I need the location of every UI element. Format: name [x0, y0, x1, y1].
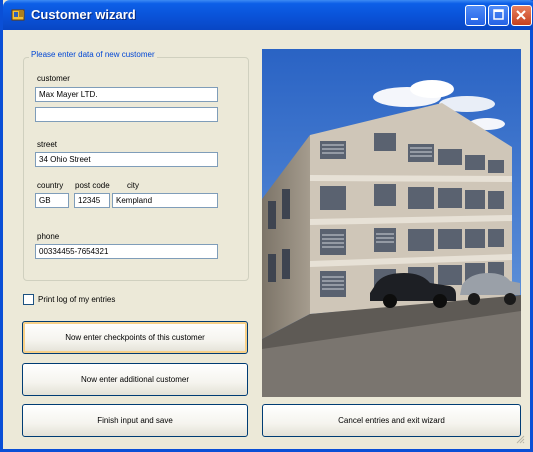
maximize-button[interactable] [488, 5, 509, 26]
country-input[interactable]: GB [35, 193, 69, 208]
add-customer-button[interactable]: Now enter additional customer [22, 363, 248, 396]
cancel-exit-button[interactable]: Cancel entries and exit wizard [262, 404, 521, 437]
close-icon [516, 10, 526, 20]
street-label: street [37, 140, 58, 149]
customer-name-line2-input[interactable] [35, 107, 218, 122]
enter-checkpoints-button[interactable]: Now enter checkpoints of this customer [22, 321, 248, 354]
window-title: Customer wizard [31, 7, 136, 22]
phone-label: phone [37, 232, 60, 241]
postcode-label: post code [75, 181, 110, 190]
minimize-icon [471, 18, 478, 20]
resize-grip-icon[interactable] [515, 434, 525, 444]
group-title: Please enter data of new customer [29, 50, 157, 59]
minimize-button[interactable] [465, 5, 486, 26]
building-photo [262, 49, 521, 397]
maximize-icon [493, 9, 504, 20]
street-input[interactable]: 34 Ohio Street [35, 152, 218, 167]
print-log-checkbox[interactable] [23, 294, 34, 305]
app-icon [11, 9, 25, 21]
title-bar[interactable]: Customer wizard [3, 0, 533, 30]
postcode-input[interactable]: 12345 [74, 193, 110, 208]
print-log-label[interactable]: Print log of my entries [38, 295, 115, 304]
city-label: city [127, 181, 139, 190]
close-button[interactable] [511, 5, 532, 26]
customer-wizard-window: Customer wizard Please enter data of new… [0, 0, 533, 452]
country-label: country [37, 181, 64, 190]
city-input[interactable]: Kempland [112, 193, 218, 208]
customer-name-input[interactable]: Max Mayer LTD. [35, 87, 218, 102]
customer-label: customer [37, 74, 70, 83]
finish-save-button[interactable]: Finish input and save [22, 404, 248, 437]
phone-input[interactable]: 00334455-7654321 [35, 244, 218, 259]
